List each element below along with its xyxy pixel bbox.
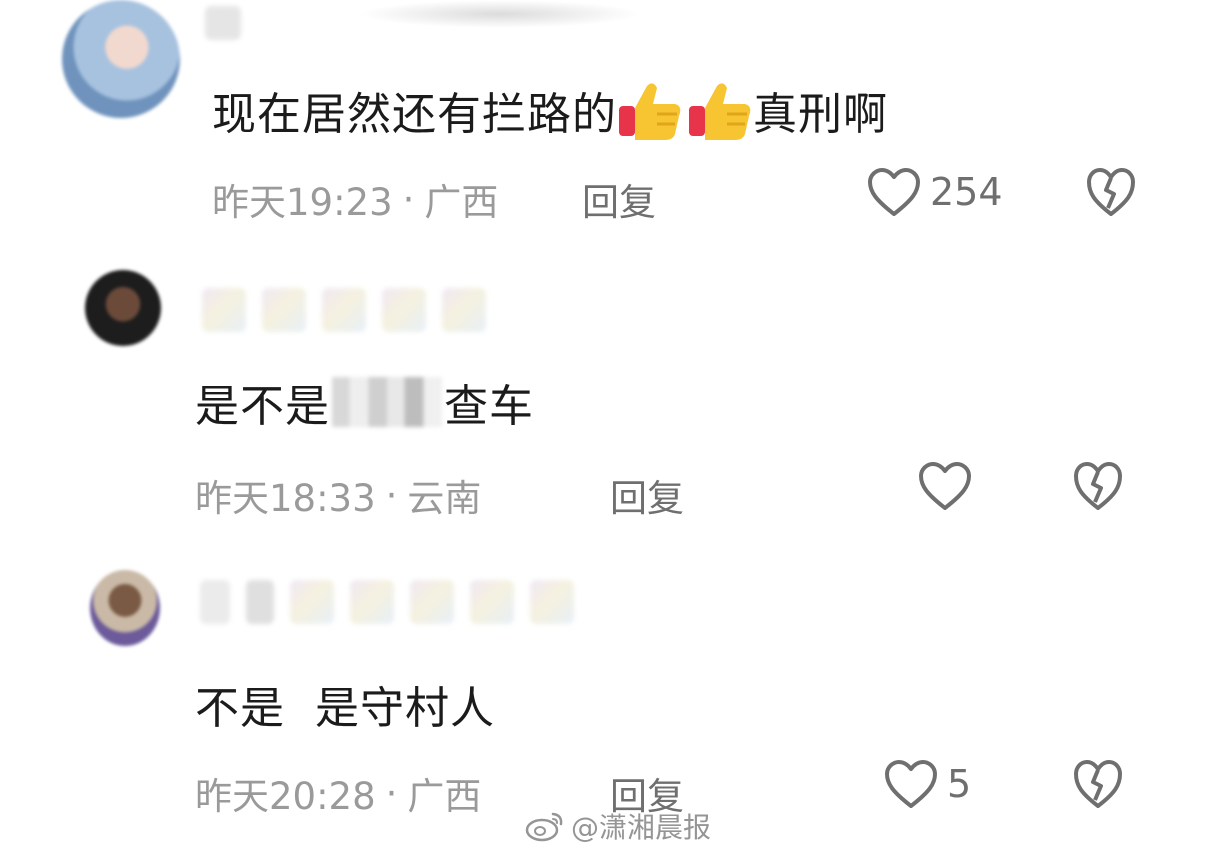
comment-meta: 昨天18:33 · 云南: [195, 468, 481, 522]
watermark-text: @潇湘晨报: [571, 811, 712, 844]
username-blurred[interactable]: [205, 5, 241, 41]
comment-meta: 昨天19:23 · 广西: [212, 172, 498, 226]
heart-outline-icon: [885, 760, 937, 808]
reply-button[interactable]: 回复: [610, 468, 684, 522]
comment-time: 昨天20:28: [195, 775, 376, 818]
censored-text: [332, 377, 442, 427]
comment-time: 昨天18:33: [195, 477, 376, 520]
like-button[interactable]: 5: [883, 758, 971, 810]
comment-text: 是不是 查车: [195, 370, 534, 434]
comment-location: 云南: [407, 477, 482, 520]
comment-item: 现在居然还有拦路的 真刑啊 昨天19:23 · 广西 回复 254: [0, 0, 1206, 240]
comment-item: 不是 是守村人 昨天20:28 · 广西 回复 5: [0, 560, 1206, 820]
heart-outline-icon: [919, 462, 971, 510]
dislike-button[interactable]: [1072, 460, 1124, 516]
avatar[interactable]: [90, 570, 160, 646]
comment-text: 现在居然还有拦路的 真刑啊: [212, 78, 888, 142]
comment-time: 昨天19:23: [212, 181, 393, 224]
thumbs-up-emoji: [689, 83, 751, 140]
meta-separator: ·: [385, 473, 398, 517]
avatar[interactable]: [85, 270, 161, 346]
like-count: 5: [947, 762, 972, 806]
comment-location: 广西: [424, 181, 499, 224]
like-button[interactable]: 254: [866, 166, 1003, 218]
dislike-button[interactable]: [1072, 758, 1124, 814]
reply-button[interactable]: 回复: [582, 172, 656, 226]
comment-meta: 昨天20:28 · 广西: [195, 766, 481, 820]
comment-location: 广西: [407, 775, 482, 818]
thumbs-up-emoji: [619, 83, 681, 140]
username-blurred[interactable]: [202, 286, 486, 334]
meta-separator: ·: [385, 771, 398, 815]
broken-heart-icon: [1074, 462, 1122, 510]
watermark: @潇湘晨报: [525, 806, 711, 846]
comment-text: 不是 是守村人: [195, 683, 495, 734]
broken-heart-icon: [1074, 760, 1122, 808]
comment-item: 是不是 查车 昨天18:33 · 云南 回复: [0, 260, 1206, 550]
like-count: 254: [930, 170, 1003, 214]
meta-separator: ·: [402, 177, 415, 221]
avatar[interactable]: [62, 0, 180, 118]
broken-heart-icon: [1087, 168, 1135, 216]
heart-outline-icon: [868, 168, 920, 216]
username-blurred[interactable]: [200, 578, 574, 626]
weibo-icon: [525, 812, 563, 842]
like-button[interactable]: [917, 460, 981, 512]
dislike-button[interactable]: [1085, 166, 1137, 222]
